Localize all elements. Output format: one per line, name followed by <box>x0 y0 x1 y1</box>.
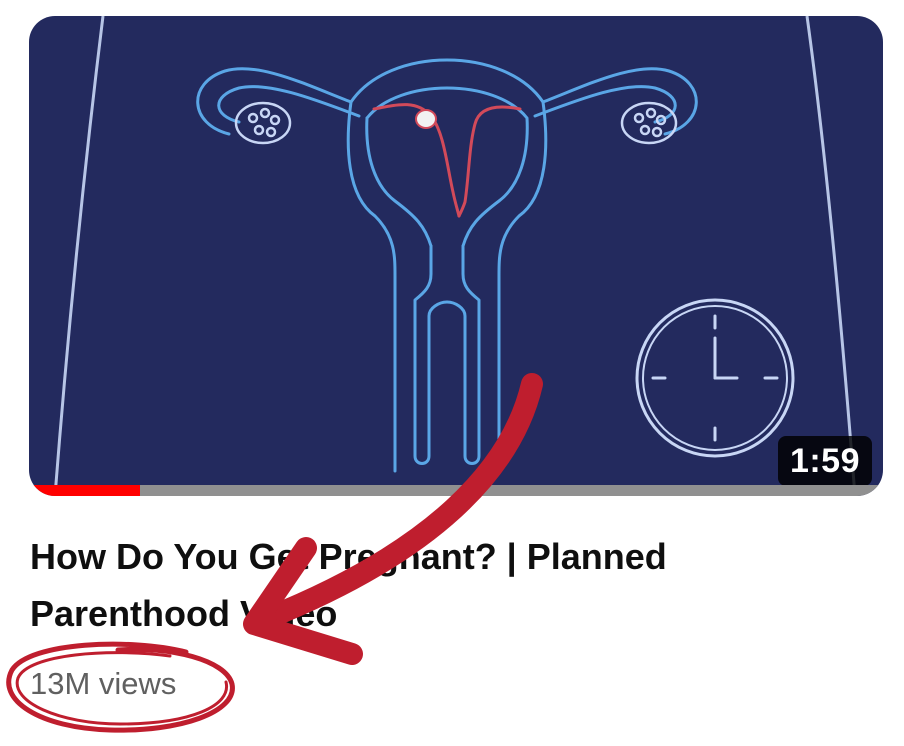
thumbnail-illustration <box>53 16 857 496</box>
video-title[interactable]: How Do You Get Pregnant? | Planned Paren… <box>30 528 750 642</box>
video-thumbnail[interactable]: 1:59 <box>29 16 883 496</box>
watch-progress-bar <box>29 485 883 496</box>
video-card[interactable]: 1:59 How Do You Get Pregnant? | Planned … <box>0 0 904 746</box>
watch-progress-fill <box>29 485 141 496</box>
clock-icon <box>635 298 795 458</box>
duration-badge: 1:59 <box>777 436 872 486</box>
view-count: 13M views <box>30 666 177 701</box>
